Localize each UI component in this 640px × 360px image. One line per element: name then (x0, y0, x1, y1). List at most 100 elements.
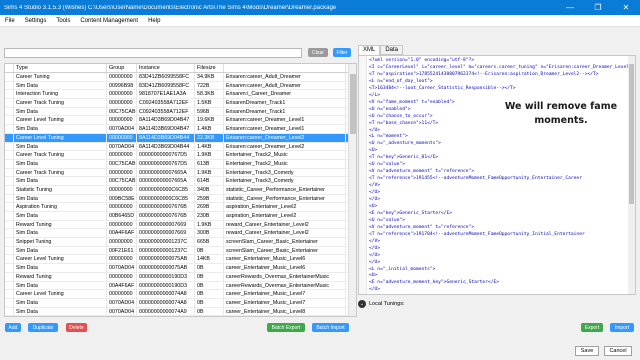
batch-export-button[interactable]: Batch Export (267, 323, 305, 332)
clear-button[interactable]: Clear (308, 48, 328, 57)
save-button[interactable]: Save (575, 346, 599, 356)
table-row[interactable]: Career Tuning 00000000 83D41ZB6099558FC 34.… (5, 73, 356, 82)
table-row[interactable]: Career Level Tuning 00000000 0000000000007… (5, 255, 356, 265)
table-row[interactable]: Sim Data 00C75CAB 00000000000767D5 613B Ente… (5, 159, 356, 169)
cell-type: Career Level Tuning (14, 133, 107, 142)
xml-scroll-thumb[interactable] (629, 64, 634, 204)
cell-group: 00000000 (107, 238, 137, 246)
chevron-down-icon[interactable]: ⌄ (358, 299, 366, 308)
table-row[interactable]: Sim Data 00C75CAB C092403558A712EF 596B Eris… (5, 107, 356, 117)
cell-filesize: 58.3KB (195, 90, 224, 99)
batch-import-button[interactable]: Batch Import (312, 323, 349, 332)
xml-scrollbar[interactable] (628, 56, 635, 294)
maximize-button[interactable]: ❐ (584, 0, 612, 15)
table-row[interactable]: Career Track Tuning 00000000 C092403558A71… (5, 99, 356, 108)
table-row[interactable]: Career Level Tuning 00000000 8A114D3B69D04… (5, 116, 356, 126)
header-name[interactable] (224, 64, 346, 72)
cancel-button[interactable]: Cancel (604, 346, 632, 356)
menu-tools[interactable]: Tools (51, 18, 75, 24)
cell-instance: 000000000007676B (137, 212, 195, 220)
header-group[interactable]: Group (107, 64, 137, 72)
import-button[interactable]: Import (610, 323, 634, 332)
xml-editor[interactable]: <?xml version="1.0" encoding="utf-8"?> <I… (358, 55, 636, 295)
xml-line: </U> (369, 260, 380, 265)
table-row[interactable]: Sim Data 0070AD04 8A114D3B69D04B44 1.4KB Eri… (5, 142, 356, 152)
cell-type: Sim Data (14, 264, 107, 272)
table-row[interactable]: Career Level Tuning 00000000 8A114D3B69D04… (5, 133, 356, 143)
table-scrollbar[interactable] (348, 64, 356, 316)
table-row[interactable]: Reward Tuning 00000000 00000000000190D3 0B c… (5, 272, 356, 282)
cell-filesize: 259B (195, 194, 224, 203)
table-row[interactable]: Sim Data 009BC58E 00000000000C6C85 259B stat… (5, 194, 356, 204)
table-scroll-thumb[interactable] (350, 74, 356, 134)
table-row[interactable]: Sim Data 0070AD04 00000000000074A8 0B career… (5, 298, 356, 308)
cell-name: career_Entertainer_Music_Level7 (224, 290, 346, 298)
local-tunings-label: Local Tunings: (369, 300, 405, 307)
cell-name: Entertainer_Track3_Comedy (224, 168, 346, 177)
close-button[interactable]: ✕ (612, 0, 640, 15)
cell-instance: 00000000000190D3 (137, 281, 195, 290)
cell-type: Interaction Tuning (14, 90, 107, 99)
add-button[interactable]: Add (5, 323, 21, 332)
table-row[interactable]: Snippet Tuning 00000000 000000000001237C 66… (5, 238, 356, 247)
menu-content-management[interactable]: Content Management (75, 18, 143, 24)
cell-instance: 00000000000C6C85 (137, 185, 195, 194)
table-row[interactable]: Sim Data 00C75CAB 000000000007665A 614B Ente… (5, 177, 356, 186)
cell-name: Erisaren:career_Dreamer_Level1 (224, 116, 346, 125)
tab-xml[interactable]: XML (358, 45, 381, 55)
cell-name: screenSlam_Career_Basic_Entertainer (224, 238, 346, 246)
xml-line-text: <E n="adventure_moment_key">Generic_Star… (369, 280, 499, 286)
xml-line-text: <T n="reference">191704<!--adventureMome… (369, 231, 585, 237)
row-marker (5, 220, 14, 229)
table-row[interactable]: Sim Data 0070AD04 00000000000075AB 0B career… (5, 264, 356, 273)
table-row[interactable]: Career Track Tuning 00000000 0000000000076… (5, 168, 356, 178)
tab-data[interactable]: Data (380, 45, 404, 55)
table-row[interactable]: Sim Data 00A4F6AF 0000000000007669 300B rewa… (5, 229, 356, 239)
table-row[interactable]: Sim Data 00F21E61 000000000001237C 0B screen… (5, 246, 356, 256)
row-marker (5, 264, 14, 272)
cell-type: Sim Data (14, 142, 107, 151)
table-row[interactable]: Sim Data 00996B98 83D41ZB6099558FC 722B Eris… (5, 81, 356, 91)
cell-group: 00A4F6AF (107, 281, 137, 290)
table-row[interactable]: Reward Tuning 00000000 0000000000007669 1.9… (5, 220, 356, 230)
window-title: Sims 4 Studio 3.1.5.3 (Wishes) C:\Users\… (4, 4, 337, 11)
export-button[interactable]: Export (581, 323, 603, 332)
row-marker (5, 194, 14, 203)
row-marker (5, 133, 14, 142)
cell-filesize: 665B (195, 238, 224, 246)
table-row[interactable]: Sim Data 00A4F6AF 00000000000190D3 0B career… (5, 281, 356, 291)
cell-filesize: 0B (195, 298, 224, 307)
delete-button[interactable]: Delete (66, 323, 87, 332)
duplicate-button[interactable]: Duplicate (28, 323, 58, 332)
header-filesize[interactable]: Filesize (195, 64, 224, 72)
header-type[interactable]: Type (14, 64, 107, 72)
cell-type: Snippet Tuning (14, 238, 107, 246)
menu-settings[interactable]: Settings (20, 18, 52, 24)
header-instance[interactable]: Instance (137, 64, 195, 72)
table-row[interactable]: Career Track Tuning 00000000 0000000000076… (5, 151, 356, 160)
menu-help[interactable]: Help (143, 18, 165, 24)
cell-group: 0070AD04 (107, 307, 137, 316)
table-row[interactable]: Career Level Tuning 00000000 0000000000007… (5, 290, 356, 299)
row-marker (5, 159, 14, 168)
table-row[interactable]: Sim Data 0070AD04 8A114D3B69D04B47 1.4KB Eri… (5, 125, 356, 134)
cell-group: 0070AD04 (107, 142, 137, 151)
filter-button[interactable]: Filter (333, 48, 351, 57)
table-row[interactable]: Sim Data 0070AD04 00000000000074A9 0B career… (5, 307, 356, 316)
search-input[interactable] (4, 47, 302, 58)
table-row[interactable]: Statistic Tuning 00000000 00000000000C6C85… (5, 185, 356, 195)
table-row[interactable]: Sim Data 00B6465D 000000000007676B 230B aspi… (5, 212, 356, 221)
cell-filesize: 596B (195, 107, 224, 116)
table-row[interactable]: Interaction Tuning 00000000 9818707E1AE1A3… (5, 90, 356, 100)
table-row[interactable]: Aspiration Tuning 00000000 000000000007676… (5, 203, 356, 212)
row-marker (5, 238, 14, 246)
local-tunings[interactable]: ⌄ Local Tunings: (358, 298, 636, 309)
cell-name: reward_Career_Entertainer_Level2 (224, 229, 346, 238)
xml-line-text: </L> (369, 92, 381, 98)
cell-name: statistic_Career_Performance_Entertainer (224, 185, 346, 194)
xml-line: <U n="value"> (369, 162, 405, 167)
menu-file[interactable]: File (0, 18, 20, 24)
minimize-button[interactable]: — (556, 0, 584, 15)
cell-name: Erisaren:i_Career_Dreamer (224, 90, 346, 99)
row-marker (5, 107, 14, 116)
